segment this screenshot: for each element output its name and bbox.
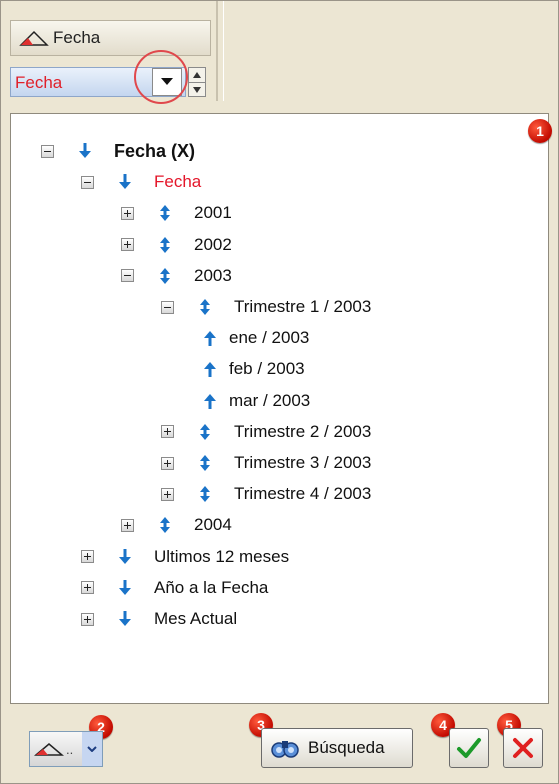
tree-node-label: mar / 2003 [229,390,311,410]
arrow-down-icon [119,548,131,564]
tree-node[interactable]: Fecha (X) [41,137,195,165]
dropdown-ellipsis: .. [66,741,74,757]
search-button[interactable]: Búsqueda [261,728,413,768]
checkmark-icon [457,738,481,758]
dialog-frame: Fecha Fecha Fecha (X) Fecha 2001 2002 2003 Tr… [0,0,559,784]
tree-node[interactable]: feb / 2003 [203,355,305,383]
spin-buttons[interactable] [188,67,206,97]
arrow-down-icon [79,143,91,158]
expand-icon[interactable] [121,518,134,532]
tree-node-label: Fecha (X) [114,140,196,161]
arrow-updown-icon [200,455,210,471]
arrow-updown-icon [200,299,210,315]
highlight-circle [134,50,188,104]
tree-node-label: Mes Actual [154,609,238,628]
arrow-updown-icon [200,423,210,440]
ok-button[interactable] [449,728,489,768]
arrow-updown-icon [160,267,170,284]
tree-node-label: Trimestre 2 / 2003 [234,421,372,441]
tree-node-label: 2003 [194,265,232,285]
expand-icon[interactable] [81,581,94,595]
tree-node-label: ene / 2003 [229,328,310,348]
tree-node[interactable]: Trimestre 3 / 2003 [161,449,371,477]
tree-node[interactable]: Trimestre 4 / 2003 [161,480,371,508]
tree-node[interactable]: 2001 [121,199,232,227]
column-header-button[interactable]: Fecha [10,20,211,56]
tree-node[interactable]: 2002 [121,231,232,259]
arrow-up-icon [204,331,216,347]
triangle-chart-icon [34,743,64,756]
collapse-icon[interactable] [161,300,174,314]
column-header-label: Fecha [53,28,101,47]
arrow-up-icon [204,393,216,409]
tree-node-label: Año a la Fecha [154,577,269,597]
expand-icon[interactable] [81,612,94,626]
expand-icon[interactable] [81,550,94,564]
tree-node-label: Trimestre 1 / 2003 [234,297,372,316]
collapse-icon[interactable] [41,144,54,158]
tree-node-label: Trimestre 3 / 2003 [234,453,372,472]
expand-icon[interactable] [161,425,174,439]
expand-icon[interactable] [121,238,134,252]
tree-node-label: 2002 [194,234,232,254]
expand-icon[interactable] [121,206,134,220]
tree-node[interactable]: 2003 [121,262,232,290]
x-icon [513,738,533,758]
callout-badge-1: 1 [528,119,552,143]
arrow-updown-icon [160,205,170,222]
tree-node[interactable]: Fecha [81,168,201,196]
spin-up-button[interactable] [189,68,205,82]
expand-icon[interactable] [161,456,174,470]
hierarchy-tree-panel: Fecha (X) Fecha 2001 2002 2003 Trimestre 1 / … [10,113,549,704]
tree-node[interactable]: Trimestre 1 / 2003 [161,293,371,321]
arrow-updown-icon [160,517,170,534]
tree-node-label: Fecha [154,172,202,192]
spin-down-button[interactable] [189,82,205,97]
chevron-down-icon[interactable] [82,732,102,766]
tree-node-label: Trimestre 4 / 2003 [234,484,372,504]
separator [216,1,218,101]
collapse-icon[interactable] [81,175,94,189]
collapse-icon[interactable] [121,269,134,283]
tree-node[interactable]: ene / 2003 [203,324,309,352]
tree-node[interactable]: Trimestre 2 / 2003 [161,418,371,446]
tree-node[interactable]: Año a la Fecha [81,574,268,602]
triangle-chart-icon [19,30,49,46]
arrow-down-icon [119,611,131,626]
tree-node-label: 2001 [194,203,232,223]
chevron-up-icon [193,72,201,78]
arrow-down-icon [119,174,131,190]
cancel-button[interactable] [503,728,543,768]
binoculars-icon [271,741,299,758]
tree-node-label: Ultimos 12 meses [154,546,290,566]
search-button-label: Búsqueda [308,738,385,757]
expand-icon[interactable] [161,487,174,501]
chart-type-dropdown[interactable]: .. [29,731,103,767]
tree-node[interactable]: Mes Actual [81,605,237,633]
arrow-up-icon [204,362,216,378]
tree-node-label: 2004 [194,515,232,535]
tree-node[interactable]: 2004 [121,511,232,539]
arrow-down-icon [119,579,131,595]
chevron-down-icon [193,87,201,93]
tree-node[interactable]: mar / 2003 [203,387,310,415]
arrow-updown-icon [200,486,210,503]
arrow-updown-icon [160,236,170,253]
tree-node[interactable]: Ultimos 12 meses [81,543,289,571]
tree-node-label: feb / 2003 [229,359,305,379]
separator [223,1,224,101]
